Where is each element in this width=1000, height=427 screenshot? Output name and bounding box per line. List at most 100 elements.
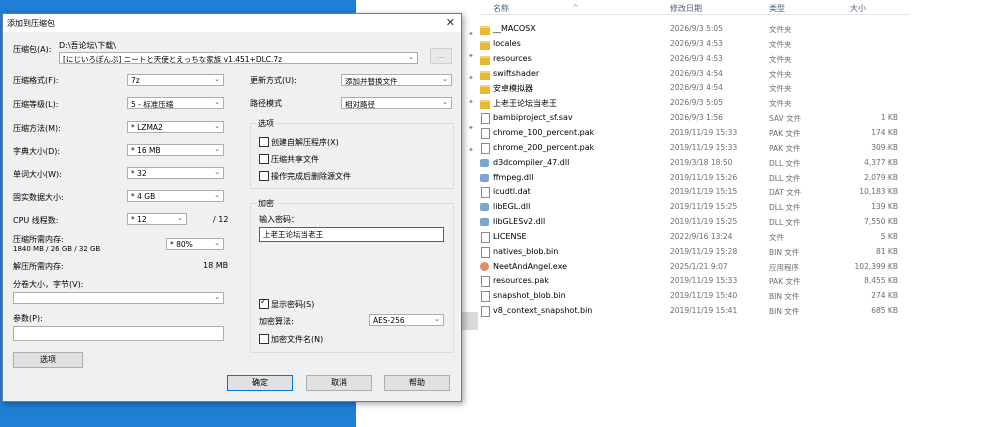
file-row[interactable]: chrome_200_percent.pak 2019/11/19 15:33 PA… — [480, 141, 910, 156]
shared-files-label[interactable]: 压缩共享文件 — [271, 154, 319, 165]
file-row[interactable]: chrome_100_percent.pak 2019/11/19 15:33 PA… — [480, 126, 910, 141]
column-header-size[interactable]: 大小 — [850, 3, 866, 14]
file-date: 2019/11/19 15:28 — [670, 246, 738, 256]
file-row[interactable]: v8_context_snapshot.bin 2019/11/19 15:41 B… — [480, 304, 910, 319]
update-select[interactable]: 添加并替换文件 ⌄ — [341, 74, 452, 86]
file-name: libEGL.dll — [493, 202, 531, 212]
encrypt-names-label[interactable]: 加密文件名(N) — [271, 334, 323, 345]
pin-icon[interactable]: ✦ — [468, 52, 474, 60]
file-type: 文件夹 — [769, 54, 792, 64]
show-password-checkbox[interactable] — [259, 297, 269, 309]
file-row[interactable]: snapshot_blob.bin 2019/11/19 15:40 BIN 文件 2… — [480, 289, 910, 304]
params-input[interactable] — [13, 326, 224, 341]
file-date: 2019/11/19 15:41 — [670, 306, 738, 316]
file-size: 4,377 KB — [864, 157, 898, 167]
solid-select[interactable]: * 4 GB ⌄ — [127, 190, 224, 202]
delete-after-label[interactable]: 操作完成后删除源文件 — [271, 171, 351, 182]
encrypt-names-checkbox[interactable] — [259, 334, 269, 344]
file-row[interactable]: resources.pak 2019/11/19 15:33 PAK 文件 8,455… — [480, 274, 910, 289]
enc-method-select[interactable]: AES-256 ⌄ — [369, 314, 444, 326]
folder-icon — [480, 100, 490, 110]
split-combobox[interactable]: ⌄ — [13, 292, 224, 304]
threads-total: / 12 — [213, 215, 229, 224]
level-select[interactable]: 5 - 标准压缩 ⌄ — [127, 97, 224, 109]
ok-button[interactable]: 确定 — [227, 375, 293, 391]
file-row[interactable]: bambiproject_sf.sav 2026/9/3 1:56 SAV 文件 1 … — [480, 111, 910, 126]
chevron-down-icon: ⌄ — [214, 75, 220, 83]
file-size: 274 KB — [871, 291, 898, 301]
file-row[interactable]: libEGL.dll 2019/11/19 15:25 DLL 文件 139 KB — [480, 200, 910, 215]
chevron-down-icon: ⌄ — [214, 191, 220, 199]
cancel-button[interactable]: 取消 — [306, 375, 372, 391]
file-size: 1 KB — [880, 113, 898, 123]
file-icon — [481, 187, 490, 199]
delete-after-checkbox[interactable] — [259, 171, 269, 181]
level-value: 5 - 标准压缩 — [131, 100, 174, 109]
chevron-down-icon: ⌄ — [177, 214, 183, 222]
column-header-name[interactable]: 名称 — [493, 3, 509, 14]
file-row[interactable]: locales 2026/9/3 4:53 文件夹 — [480, 37, 910, 52]
dict-select[interactable]: * 16 MB ⌄ — [127, 144, 224, 156]
file-row[interactable]: 上老王论坛当老王 2026/9/3 5:05 文件夹 — [480, 96, 910, 111]
file-name: snapshot_blob.bin — [493, 291, 566, 301]
sfx-checkbox[interactable] — [259, 137, 269, 147]
archive-name-combobox[interactable]: [にじいろぽんぷ] ニートと天使とえっちな家族 v1.451+DLC.7z ⌄ — [59, 52, 418, 64]
file-type: SAV 文件 — [769, 114, 802, 124]
pin-icon[interactable]: ✦ — [468, 74, 474, 82]
show-password-label[interactable]: 显示密码(S) — [271, 299, 314, 310]
help-button[interactable]: 帮助 — [384, 375, 450, 391]
column-header-date[interactable]: 修改日期 — [670, 3, 702, 14]
pin-icon[interactable]: ✦ — [468, 30, 474, 38]
dict-label: 字典大小(D): — [13, 147, 61, 156]
chevron-down-icon: ⌄ — [214, 145, 220, 153]
file-row[interactable]: icudtl.dat 2019/11/19 15:15 DAT 文件 10,183 K… — [480, 185, 910, 200]
file-name: resources — [493, 53, 532, 63]
pin-icon[interactable]: ✦ — [468, 98, 474, 106]
file-icon — [481, 113, 490, 125]
file-name: natives_blob.bin — [493, 246, 559, 256]
update-label: 更新方式(U): — [250, 76, 297, 85]
column-header-type[interactable]: 类型 — [769, 3, 785, 14]
pin-icon[interactable]: ✦ — [468, 146, 474, 154]
file-type: BIN 文件 — [769, 247, 800, 257]
dialog-titlebar[interactable]: 添加到压缩包 ✕ — [3, 14, 461, 32]
file-row[interactable]: LICENSE 2022/9/16 13:24 文件 5 KB — [480, 230, 910, 245]
file-size: 81 KB — [876, 246, 898, 256]
threads-select[interactable]: * 12 ⌄ — [127, 213, 187, 225]
shared-files-checkbox[interactable] — [259, 154, 269, 164]
file-row[interactable]: natives_blob.bin 2019/11/19 15:28 BIN 文件 81… — [480, 245, 910, 260]
add-to-archive-dialog: 添加到压缩包 ✕ 压缩包(A): D:\吾论坛\下载\ [にじいろぽんぷ] ニー… — [2, 13, 462, 402]
file-row[interactable]: ffmpeg.dll 2019/11/19 15:26 DLL 文件 2,079 KB — [480, 171, 910, 186]
file-row[interactable]: 安卓模拟器 2026/9/3 4:54 文件夹 — [480, 81, 910, 96]
path-mode-select[interactable]: 相对路径 ⌄ — [341, 97, 452, 109]
pin-icon[interactable]: ✦ — [468, 124, 474, 132]
word-select[interactable]: * 32 ⌄ — [127, 167, 224, 179]
mem-select[interactable]: * 80% ⌄ — [166, 238, 224, 250]
sort-indicator-icon: ^ — [572, 3, 579, 12]
file-row[interactable]: __MACOSX 2026/9/3 5:05 文件夹 — [480, 22, 910, 37]
nav-pane-scrollbar[interactable] — [462, 312, 478, 330]
close-icon[interactable]: ✕ — [446, 16, 455, 29]
file-row[interactable]: d3dcompiler_47.dll 2019/3/18 18:50 DLL 文件 4… — [480, 156, 910, 171]
file-type: DLL 文件 — [769, 203, 801, 213]
options-button[interactable]: 选项 — [13, 352, 83, 368]
file-name: ffmpeg.dll — [493, 172, 534, 182]
password-input[interactable]: 上老王论坛当老王 — [259, 227, 444, 242]
file-row[interactable]: swiftshader 2026/9/3 4:54 文件夹 — [480, 67, 910, 82]
dll-icon — [480, 218, 489, 227]
file-row[interactable]: NeetAndAngel.exe 2025/1/21 9:07 应用程序 102,39… — [480, 260, 910, 275]
method-select[interactable]: * LZMA2 ⌄ — [127, 121, 224, 133]
file-size: 102,399 KB — [854, 261, 898, 271]
file-size: 5 KB — [880, 231, 898, 241]
file-name: __MACOSX — [493, 24, 536, 33]
file-type: 文件夹 — [769, 84, 792, 94]
file-name: 安卓模拟器 — [493, 84, 533, 94]
dll-icon — [480, 203, 489, 212]
sfx-label[interactable]: 创建自解压程序(X) — [271, 137, 339, 148]
file-row[interactable]: libGLESv2.dll 2019/11/19 15:25 DLL 文件 7,550… — [480, 215, 910, 230]
file-row[interactable]: resources 2026/9/3 4:53 文件夹 — [480, 52, 910, 67]
format-select[interactable]: 7z ⌄ — [127, 74, 224, 86]
quick-access-pins: ✦ ✦ ✦ ✦ ✦ ✦ — [462, 0, 480, 427]
browse-button[interactable]: ... — [430, 48, 452, 64]
file-type: PAK 文件 — [769, 128, 801, 138]
